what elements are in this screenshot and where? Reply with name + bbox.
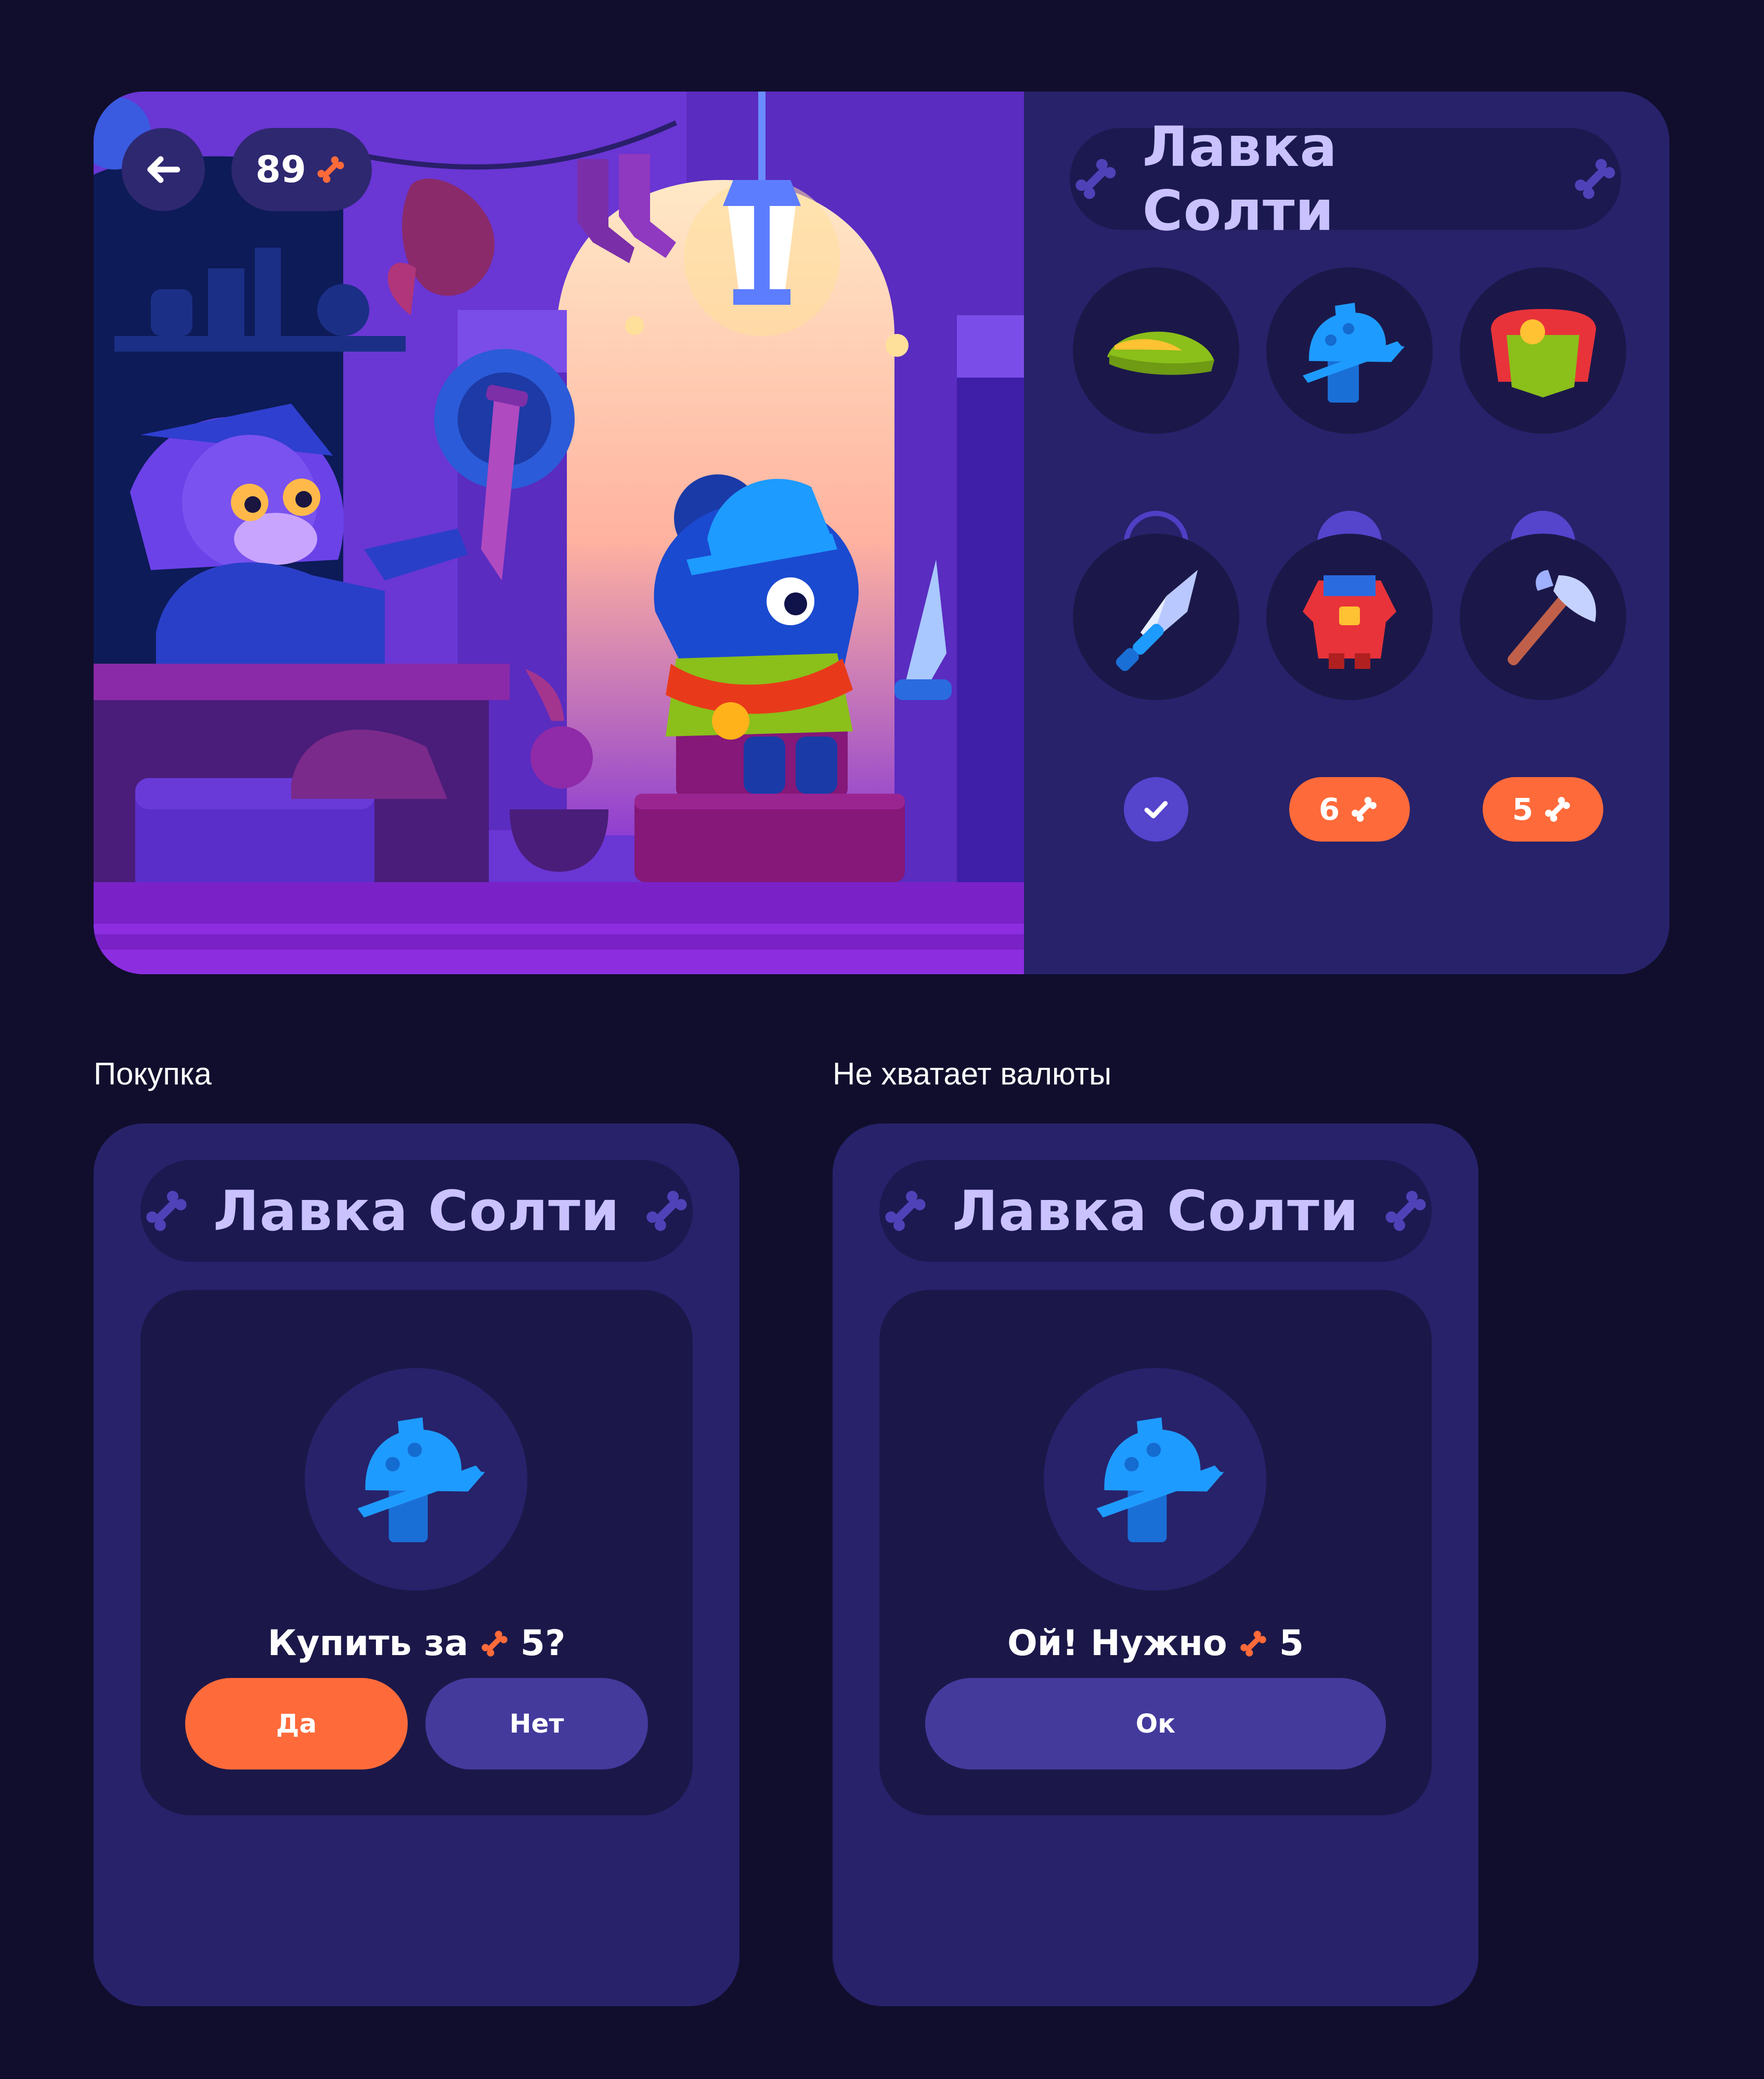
message-amount: 5 xyxy=(1279,1623,1304,1664)
bone-icon xyxy=(1237,1627,1270,1660)
shop-title: Лавка Солти xyxy=(952,1179,1359,1243)
bone-icon xyxy=(314,152,348,187)
question-text: Купить за xyxy=(267,1623,469,1664)
message-text: Ой! Нужно xyxy=(1007,1623,1227,1664)
insufficient-message: Ой! Нужно 5 xyxy=(879,1623,1432,1664)
cape-icon xyxy=(1491,309,1596,397)
hat-icon xyxy=(1107,331,1214,375)
no-button[interactable]: Нет xyxy=(425,1678,648,1770)
item-price-button[interactable]: 5 xyxy=(1483,777,1603,842)
insufficient-caption: Не хватает валюты xyxy=(833,1056,1112,1091)
currency-balance: 89 xyxy=(231,128,372,211)
purchase-dialog: Лавка Солти Купить за 5? Да Нет xyxy=(94,1124,740,2006)
item-preview xyxy=(305,1368,527,1591)
shop-title: Лавка Солти xyxy=(1142,115,1338,243)
item-price: 5 xyxy=(1512,792,1534,827)
check-icon xyxy=(1144,801,1168,819)
insufficient-funds-dialog: Лавка Солти Ой! Нужно 5 Ок xyxy=(833,1124,1478,2006)
helmet-icon xyxy=(338,1399,494,1555)
question-amount: 5? xyxy=(520,1623,566,1664)
shop-title-banner: Лавка Солти xyxy=(1070,115,1621,243)
shop-title-banner: Лавка Солти xyxy=(879,1160,1432,1262)
shop-item-cape[interactable] xyxy=(1460,267,1626,434)
shop-item-axe[interactable] xyxy=(1460,534,1626,700)
shop-panel: Лавка Солти 6 5 xyxy=(1024,92,1669,974)
bone-icon xyxy=(1569,153,1621,205)
back-button[interactable] xyxy=(122,128,205,211)
shop-screen: 89 Лавка Солти 6 5 xyxy=(94,92,1669,974)
yes-button[interactable]: Да xyxy=(185,1678,408,1770)
purchase-caption: Покупка xyxy=(94,1056,212,1091)
bone-icon xyxy=(1380,1185,1432,1237)
tunic-icon xyxy=(1303,575,1396,669)
bone-icon xyxy=(1070,153,1122,205)
shop-item-tunic[interactable] xyxy=(1266,534,1433,700)
bone-icon xyxy=(879,1185,931,1237)
item-price-button[interactable]: 6 xyxy=(1289,777,1410,842)
helmet-icon xyxy=(1077,1399,1233,1555)
purchase-question: Купить за 5? xyxy=(140,1623,693,1664)
shop-item-sword[interactable] xyxy=(1073,534,1239,700)
bone-icon xyxy=(140,1185,192,1237)
dialog-body: Ой! Нужно 5 Ок xyxy=(879,1290,1432,1815)
shop-scene-illustration xyxy=(94,92,1024,974)
balance-value: 89 xyxy=(255,148,306,191)
shop-title-banner: Лавка Солти xyxy=(140,1160,693,1262)
item-preview xyxy=(1044,1368,1266,1591)
shop-title: Лавка Солти xyxy=(213,1179,620,1243)
dialog-body: Купить за 5? Да Нет xyxy=(140,1290,693,1815)
item-owned-indicator xyxy=(1124,777,1188,842)
arrow-left-icon xyxy=(147,156,180,183)
axe-icon xyxy=(1508,570,1596,666)
shop-item-cap[interactable] xyxy=(1073,267,1239,434)
ok-button[interactable]: Ок xyxy=(925,1678,1386,1770)
bone-icon xyxy=(1348,793,1380,825)
bone-icon xyxy=(1541,793,1574,825)
bone-icon xyxy=(641,1185,693,1237)
shop-item-helmet[interactable] xyxy=(1266,267,1433,434)
helmet-icon xyxy=(1287,288,1412,413)
item-price: 6 xyxy=(1318,792,1340,827)
sword-icon xyxy=(1116,570,1198,672)
bone-icon xyxy=(478,1627,511,1660)
